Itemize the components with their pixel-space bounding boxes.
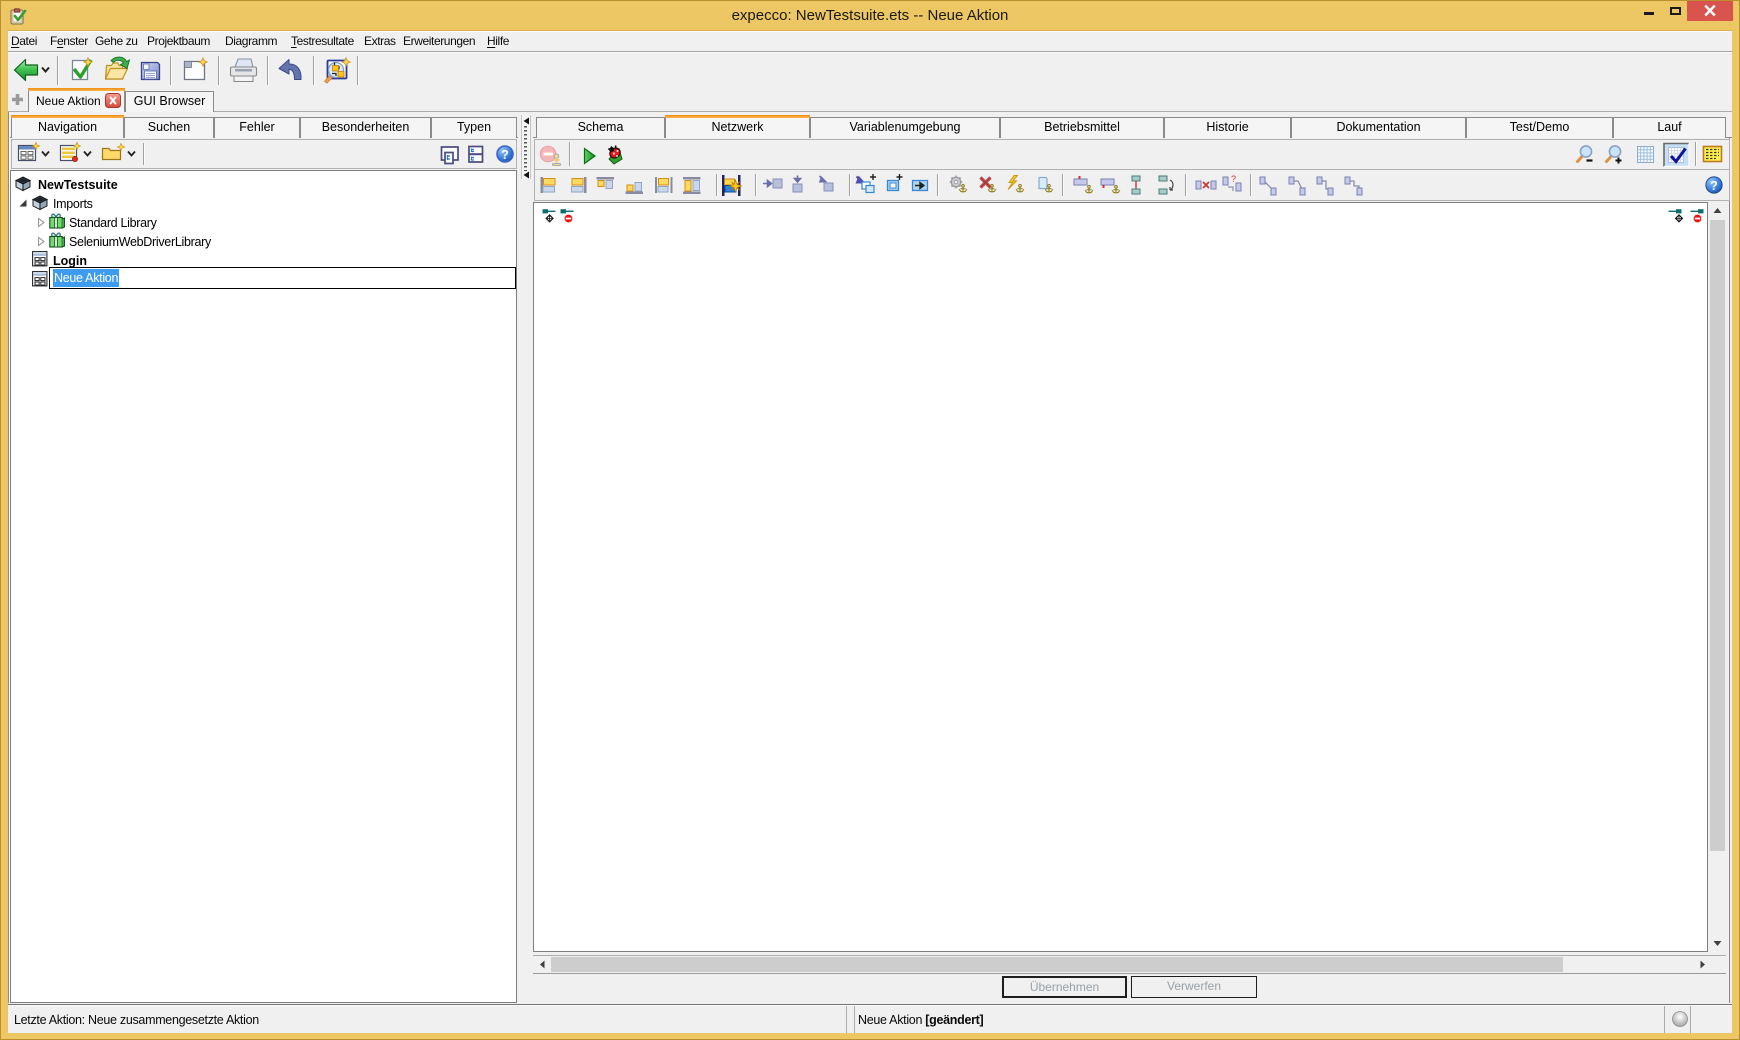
svg-text:?: ? [1231,174,1236,184]
svg-text:?: ? [501,148,509,162]
svg-text:?: ? [1710,179,1718,193]
